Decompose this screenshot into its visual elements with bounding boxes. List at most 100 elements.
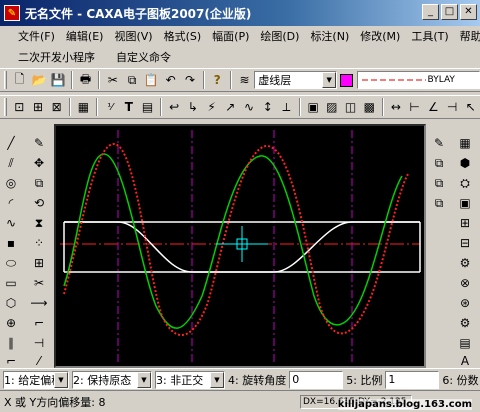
- spline-icon[interactable]: ∿: [240, 97, 259, 117]
- hatch-icon[interactable]: ▨: [322, 97, 341, 117]
- horizontal-dim-icon[interactable]: ↔: [387, 97, 406, 117]
- arrow-icon[interactable]: ↗: [221, 97, 240, 117]
- cube-icon[interactable]: ⬢: [456, 154, 474, 172]
- block-icon[interactable]: ◫: [341, 97, 360, 117]
- pencil-icon[interactable]: ✎: [30, 134, 48, 152]
- detail-icon[interactable]: ⊞: [456, 214, 474, 232]
- color-icon[interactable]: [337, 70, 356, 90]
- new-file-icon[interactable]: 🗋: [10, 70, 29, 90]
- trim-icon[interactable]: ✂: [30, 274, 48, 292]
- maximize-button[interactable]: □: [441, 4, 458, 20]
- equidistant-icon[interactable]: ∥: [2, 334, 20, 352]
- orthogonal-select[interactable]: 3: 非正交 ▼: [155, 370, 225, 389]
- offset-mode-select[interactable]: 1: 给定偏移 ▼: [3, 370, 69, 389]
- section-icon[interactable]: ▣: [456, 194, 474, 212]
- grid-icon[interactable]: ▩: [360, 97, 379, 117]
- keep-state-select[interactable]: 2: 保持原态 ▼: [72, 370, 152, 389]
- save-icon[interactable]: 💾: [49, 70, 68, 90]
- view-icon[interactable]: ▦: [456, 134, 474, 152]
- dim-icon[interactable]: ⟂: [277, 97, 296, 117]
- point-icon[interactable]: ▪: [2, 234, 20, 252]
- menu-custom-command[interactable]: 自定义命令: [112, 49, 175, 65]
- arc-icon[interactable]: ◜: [2, 194, 20, 212]
- dimension-style-icon[interactable]: ⅟: [101, 97, 120, 117]
- drawing-canvas[interactable]: [54, 124, 426, 368]
- copy-prop-icon[interactable]: ⧉: [430, 154, 448, 172]
- move-icon[interactable]: ✥: [30, 154, 48, 172]
- rotate-icon[interactable]: ⟲: [30, 194, 48, 212]
- part-icon[interactable]: ⛭: [456, 174, 474, 192]
- extend-icon[interactable]: ⟶: [30, 294, 48, 312]
- measure-icon[interactable]: ↕: [258, 97, 277, 117]
- menu-tools[interactable]: 工具(T): [407, 28, 452, 44]
- gear-icon[interactable]: ⚙: [456, 314, 474, 332]
- fillet-icon[interactable]: ↳: [184, 97, 203, 117]
- linetype-select[interactable]: BYLAY: [356, 71, 480, 89]
- line-icon[interactable]: ╱: [2, 134, 20, 152]
- menu-modify[interactable]: 修改(M): [356, 28, 404, 44]
- parallel-line-icon[interactable]: ⫽: [2, 154, 20, 172]
- menu-file[interactable]: 文件(F): [14, 28, 59, 44]
- print-icon[interactable]: 🖶: [76, 70, 95, 90]
- table-icon[interactable]: ▤: [138, 97, 157, 117]
- library-icon[interactable]: ⚙: [456, 254, 474, 272]
- bearing-icon[interactable]: ⊛: [456, 294, 474, 312]
- leader-icon[interactable]: ↖: [461, 97, 480, 117]
- spline-tool-icon[interactable]: ∿: [2, 214, 20, 232]
- chamfer-icon[interactable]: ⊣: [30, 334, 48, 352]
- menu-edit[interactable]: 编辑(E): [62, 28, 108, 44]
- mirror-icon[interactable]: ⧗: [30, 214, 48, 232]
- chevron-down-icon[interactable]: ▼: [137, 371, 151, 388]
- open-file-icon[interactable]: 📂: [29, 70, 48, 90]
- scale-icon[interactable]: ⊞: [30, 254, 48, 272]
- symbol-icon[interactable]: ⊟: [456, 234, 474, 252]
- edit-icon[interactable]: ✎: [430, 134, 448, 152]
- chevron-down-icon[interactable]: ▼: [322, 72, 337, 88]
- chevron-down-icon[interactable]: ▼: [210, 371, 224, 388]
- text-style-icon[interactable]: T: [119, 97, 138, 117]
- minimize-button[interactable]: _: [422, 4, 439, 20]
- zoom-all-icon[interactable]: ⊠: [47, 97, 66, 117]
- polygon-icon[interactable]: ⬡: [2, 294, 20, 312]
- centerline-icon[interactable]: ⊕: [2, 314, 20, 332]
- menu-draw[interactable]: 绘图(D): [256, 28, 303, 44]
- undo-icon[interactable]: ↶: [161, 70, 180, 90]
- menu-secondary-dev[interactable]: 二次开发小程序: [14, 49, 99, 65]
- menu-sheet[interactable]: 幅面(P): [208, 28, 253, 44]
- menu-view[interactable]: 视图(V): [110, 28, 156, 44]
- break-icon[interactable]: ⚡: [202, 97, 221, 117]
- copy-icon[interactable]: ⧉: [122, 70, 141, 90]
- scale-input[interactable]: 1: [385, 370, 440, 389]
- rectangle-icon[interactable]: ▭: [2, 274, 20, 292]
- fillet-tool-icon[interactable]: ⌐: [30, 314, 48, 332]
- pan-icon[interactable]: ⊡: [10, 97, 29, 117]
- radius-dim-icon[interactable]: ⊢: [405, 97, 424, 117]
- ordinate-dim-icon[interactable]: ⊣: [443, 97, 462, 117]
- menu-format[interactable]: 格式(S): [160, 28, 206, 44]
- chevron-down-icon[interactable]: ▼: [54, 371, 68, 388]
- clipboard-icon[interactable]: ⧉: [430, 194, 448, 212]
- layers-icon[interactable]: ⧉: [430, 174, 448, 192]
- chart-icon[interactable]: ▤: [456, 334, 474, 352]
- angle-dim-icon[interactable]: ∠: [424, 97, 443, 117]
- menu-dimension[interactable]: 标注(N): [306, 28, 353, 44]
- layer-select[interactable]: 虚线层 ▼: [254, 71, 338, 89]
- layer-icon[interactable]: ≋: [235, 70, 254, 90]
- array-icon[interactable]: ⁘: [30, 234, 48, 252]
- paste-icon[interactable]: 📋: [142, 70, 161, 90]
- cut-icon[interactable]: ✂: [103, 70, 122, 90]
- ellipse-icon[interactable]: ⬭: [2, 254, 20, 272]
- pick-icon[interactable]: ↩: [165, 97, 184, 117]
- redo-icon[interactable]: ↷: [180, 70, 199, 90]
- pattern-icon[interactable]: ▦: [74, 97, 93, 117]
- properties-icon[interactable]: ▣: [304, 97, 323, 117]
- zoom-window-icon[interactable]: ⊞: [29, 97, 48, 117]
- close-button[interactable]: ✕: [460, 4, 477, 20]
- help-icon[interactable]: ?: [208, 70, 227, 90]
- drawing-svg[interactable]: [56, 126, 424, 366]
- menu-help[interactable]: 帮助(H): [456, 28, 480, 44]
- rotation-angle-input[interactable]: 0: [289, 370, 344, 389]
- copy-select-icon[interactable]: ⧉: [30, 174, 48, 192]
- bolt-icon[interactable]: ⊗: [456, 274, 474, 292]
- circle-icon[interactable]: ◎: [2, 174, 20, 192]
